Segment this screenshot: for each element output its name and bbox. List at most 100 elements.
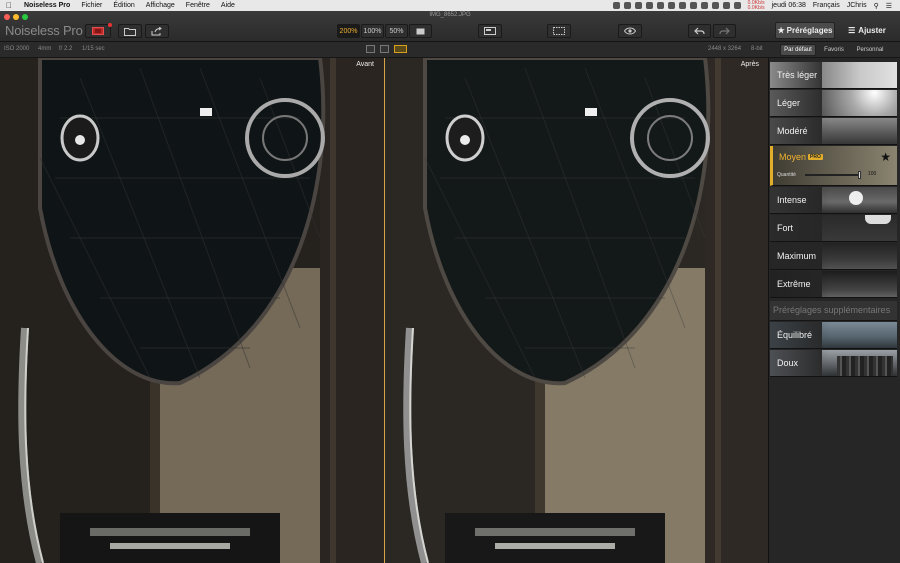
preset-extreme[interactable]: Extrême [770,271,897,298]
redo-button[interactable] [713,24,736,38]
quantity-slider[interactable] [805,171,861,179]
preset-label: Maximum [777,251,817,261]
crop-button[interactable] [547,24,571,38]
preview-button[interactable] [618,24,642,38]
view-single-button[interactable] [366,45,375,53]
document-title: IMG_8652.JPG [429,12,471,18]
clock[interactable]: jeudi 06:38 [772,2,806,9]
preset-fort[interactable]: Fort [770,215,897,242]
preset-modere[interactable]: Modéré [770,118,897,145]
filter-default[interactable]: Par défaut [780,44,816,56]
zoom-fit-button[interactable] [409,24,432,38]
shutter-speed: 1/15 sec [82,46,105,52]
filter-favorites[interactable]: Favoris [820,44,848,56]
menu-edition[interactable]: Édition [113,2,134,9]
notification-dot [108,23,112,27]
preset-equilibre[interactable]: Équilibré [770,322,897,349]
import-icon [92,27,104,35]
pro-badge: PRO [808,154,823,160]
extra-presets-header: Préréglages supplémentaires [770,301,897,321]
menu-affichage[interactable]: Affichage [146,2,175,9]
quantity-slider-handle[interactable] [858,171,861,179]
menu-app[interactable]: Noiseless Pro [24,2,70,9]
undo-icon [694,27,705,35]
image-dimensions: 2448 x 3264 [708,46,742,52]
menu-list-icon[interactable]: ☰ [886,2,892,10]
window-icon [484,27,496,35]
zoom-200-button[interactable]: 200% [337,24,360,38]
preset-doux[interactable]: Doux [770,350,897,377]
toolbar: IMG_8652.JPG Noiseless Pro 200% 100% 50%… [0,11,900,42]
preset-label: Modéré [777,126,808,136]
preset-thumbnail [822,90,897,116]
preset-label: Léger [777,98,801,108]
star-icon: ★ [777,26,785,35]
apple-icon[interactable]:  [6,1,12,10]
redo-icon [719,27,730,35]
share-button[interactable] [145,24,169,38]
fullscreen-button[interactable] [478,24,502,38]
after-viewer[interactable]: Après [385,58,768,563]
preset-moyen[interactable]: Moyen PRO ★ Quantité 100 [770,146,897,186]
network-monitor: 0.0Kb/s 0.0Kb/s [747,0,765,11]
menu-bar:  Noiseless Pro Fichier Édition Affichag… [0,0,900,11]
preset-intense[interactable]: Intense [770,187,897,214]
preset-label: Fort [777,223,794,233]
crop-icon [553,27,565,35]
tab-presets[interactable]: ★ Préréglages [775,22,835,39]
after-label: Après [740,61,759,68]
open-folder-button[interactable] [118,24,142,38]
eye-icon [624,27,636,35]
preset-label: Doux [777,358,799,368]
preset-label: Très léger [777,70,818,80]
preset-thumbnail [822,118,897,144]
star-icon[interactable]: ★ [880,150,891,164]
preset-thumbnail [822,62,897,88]
app-logo-title: Noiseless Pro [5,23,83,38]
search-icon[interactable]: ⚲ [874,2,879,10]
preset-thumbnail [822,243,897,269]
preset-thumbnail [822,271,897,297]
undo-button[interactable] [688,24,711,38]
fit-icon [416,28,425,34]
focal-length: 4mm [38,46,52,52]
language-indicator[interactable]: Français [813,2,840,9]
info-bar: ISO 2000 4mm f/ 2.2 1/15 sec 2448 x 3264… [0,42,900,58]
status-tray-icons[interactable] [612,2,741,9]
user-name[interactable]: JChris [847,2,867,9]
after-image [385,58,768,563]
preset-tres-leger[interactable]: Très léger [770,62,897,89]
quantity-label: Quantité [777,172,796,178]
lamp-icon [865,215,891,224]
share-icon [151,26,162,35]
aperture-value: f/ 2.2 [59,46,73,52]
iso-value: ISO 2000 [4,46,30,52]
import-button[interactable] [85,23,112,38]
city-skyline [837,356,893,376]
before-image [0,58,384,563]
menu-aide[interactable]: Aide [221,2,235,9]
preset-label: Extrême [777,279,811,289]
preset-maximum[interactable]: Maximum [770,243,897,270]
filter-personal[interactable]: Personnal [852,44,888,56]
view-split-button[interactable] [380,45,389,53]
folder-icon [124,27,136,36]
menu-fenetre[interactable]: Fenêtre [186,2,210,9]
bit-depth: 8-bit [751,46,763,52]
preset-label: Équilibré [777,330,813,340]
menu-fichier[interactable]: Fichier [81,2,102,9]
before-viewer[interactable]: Avant [0,58,384,563]
tab-adjust[interactable]: ☰ Ajuster [838,22,896,39]
preset-thumbnail [822,322,897,348]
zoom-100-button[interactable]: 100% [361,24,384,38]
preset-label: Intense [777,195,807,205]
preset-leger[interactable]: Léger [770,90,897,117]
sliders-icon: ☰ [848,26,856,35]
view-side-by-side-button[interactable] [394,45,407,53]
before-label: Avant [356,61,374,68]
zoom-50-button[interactable]: 50% [385,24,408,38]
presets-sidebar: Très léger Léger Modéré Moyen PRO ★ Quant… [768,58,900,563]
preset-label: Moyen PRO [779,152,823,162]
quantity-value: 100 [868,171,877,177]
moon-icon [849,191,863,205]
